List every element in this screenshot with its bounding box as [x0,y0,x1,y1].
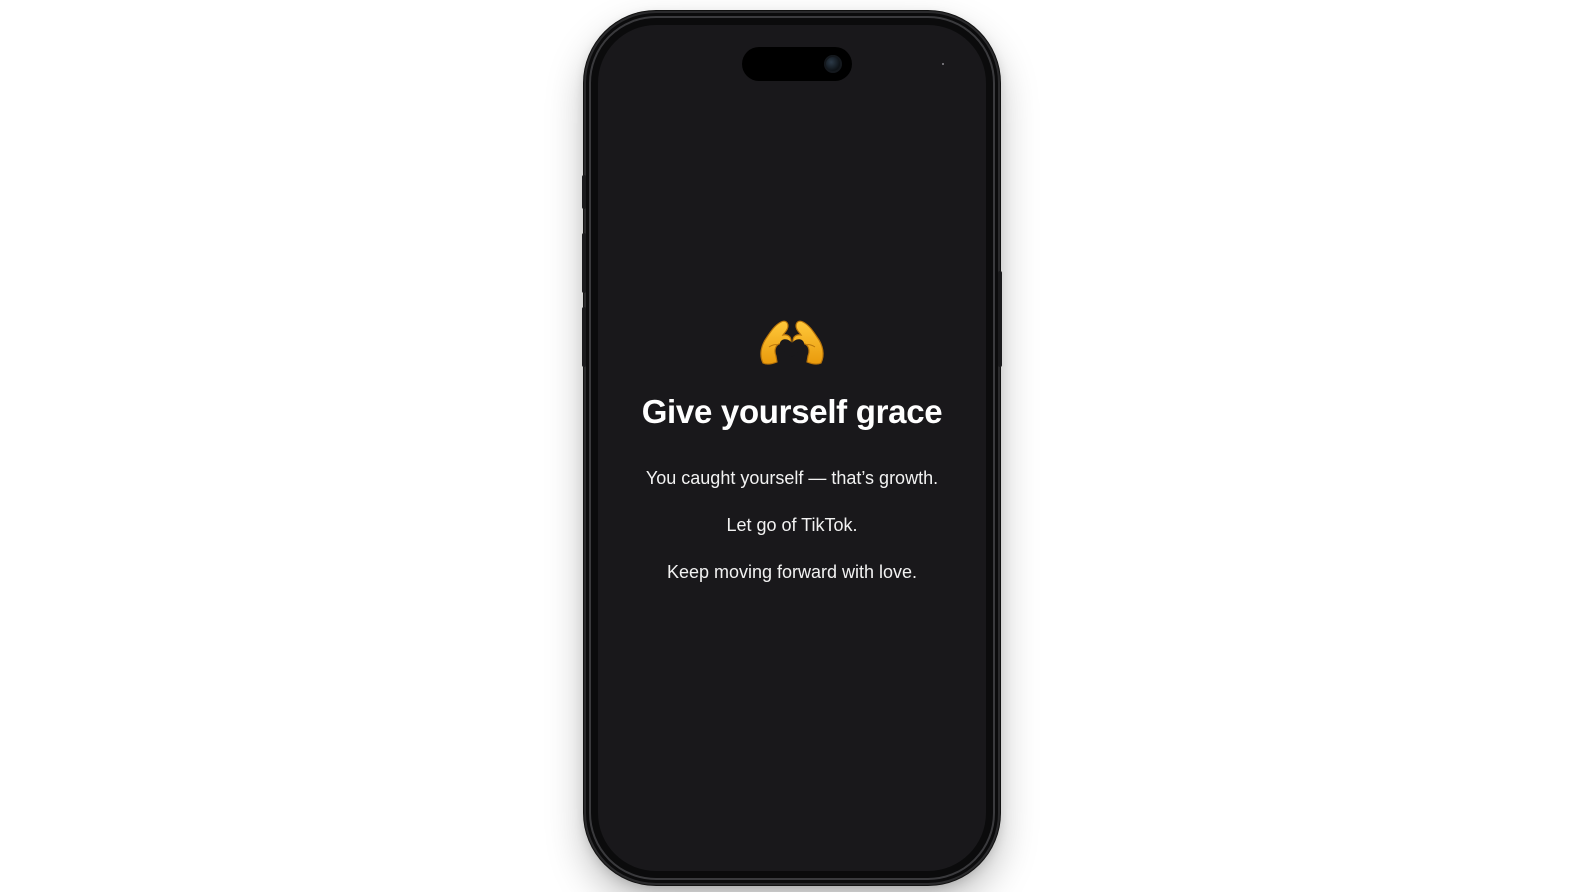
phone-screen: Give yourself grace You caught yourself … [598,25,986,871]
message-line-3: Keep moving forward with love. [666,562,918,582]
heart-hands-icon [760,320,824,365]
grace-message-card: Give yourself grace You caught yourself … [598,317,986,584]
volume-down-button [582,307,586,367]
message-line-2: Let go of TikTok. [726,515,858,535]
page-title: Give yourself grace [641,393,943,430]
volume-up-button [582,233,586,293]
mockup-stage: Give yourself grace You caught yourself … [0,0,1584,892]
dynamic-island [742,47,852,81]
status-indicator [942,63,944,65]
message-line-1: You caught yourself — that’s growth. [645,468,939,488]
front-camera-icon [824,55,842,73]
action-button [582,175,586,209]
power-button [998,271,1002,367]
phone-frame: Give yourself grace You caught yourself … [582,13,1002,883]
